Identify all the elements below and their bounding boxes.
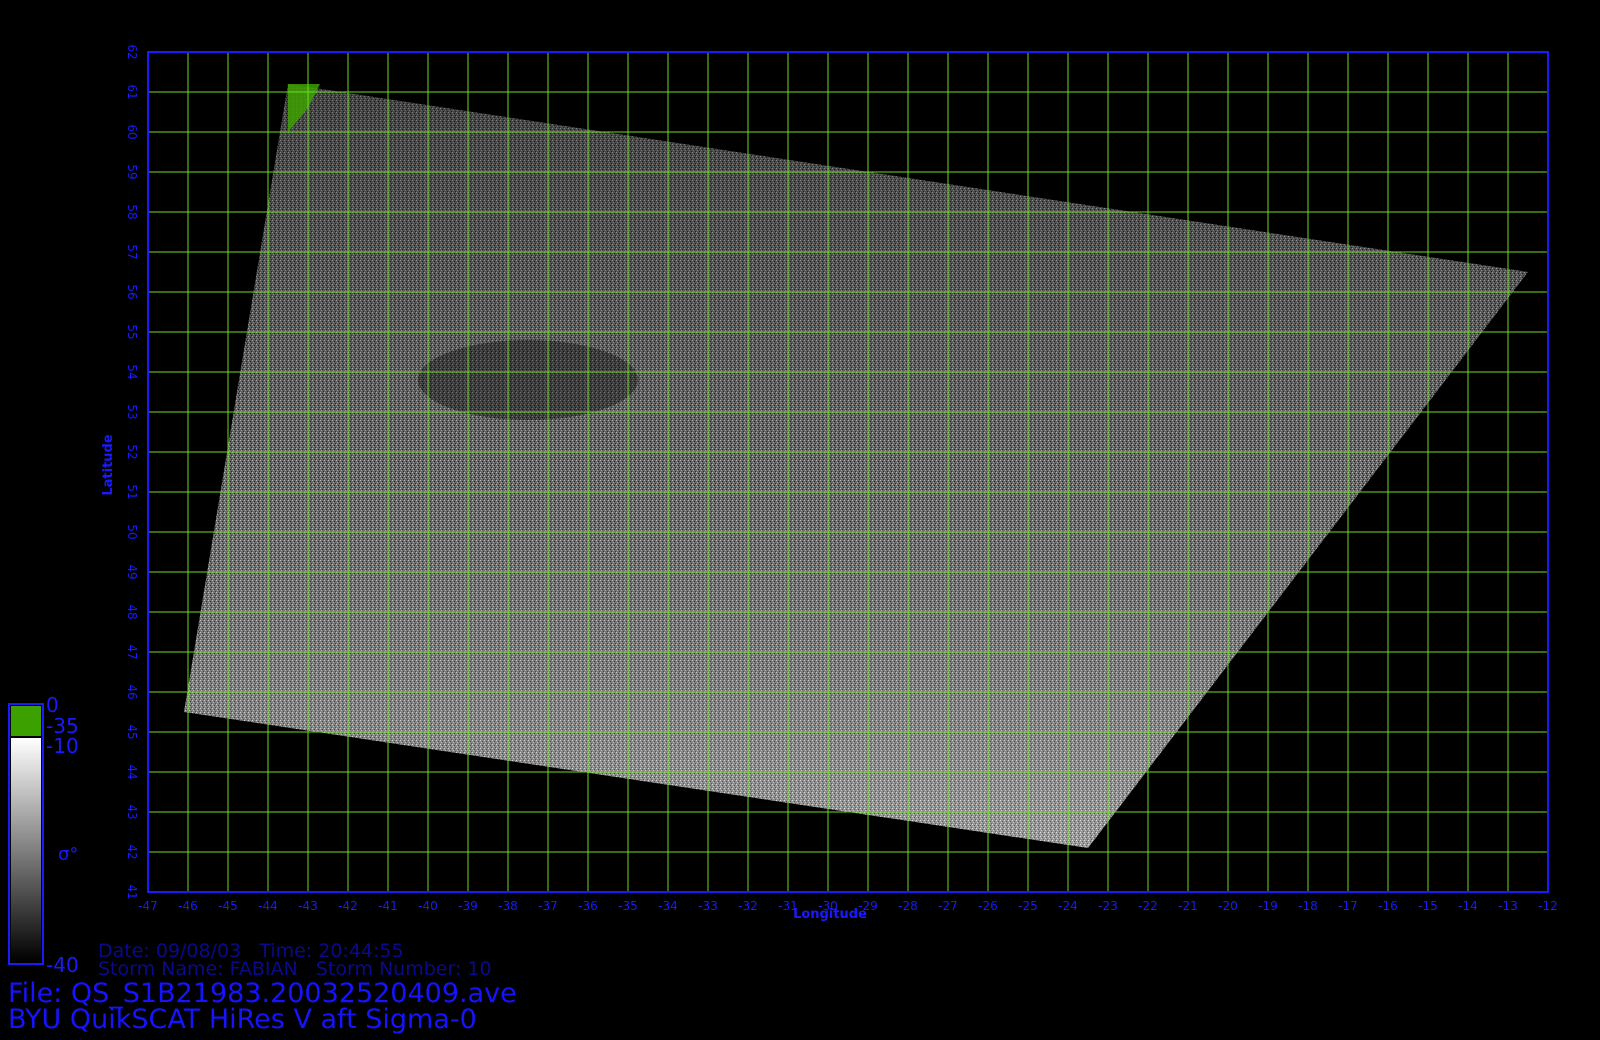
- longitude-tick-label: -37: [538, 899, 558, 913]
- latitude-tick-label: 55: [125, 324, 139, 339]
- longitude-tick-label: -12: [1538, 899, 1558, 913]
- longitude-tick-label: -21: [1178, 899, 1198, 913]
- latitude-tick-label: 53: [125, 404, 139, 419]
- longitude-tick-label: -33: [698, 899, 718, 913]
- latitude-tick-label: 59: [125, 164, 139, 179]
- colorbar-land-swatch: [11, 706, 41, 736]
- longitude-tick-label: -36: [578, 899, 598, 913]
- colorbar-label-max: -10: [46, 734, 79, 758]
- longitude-tick-label: -44: [258, 899, 278, 913]
- longitude-tick-label: -43: [298, 899, 318, 913]
- latitude-tick-label: 46: [125, 684, 139, 699]
- longitude-tick-label: -20: [1218, 899, 1238, 913]
- latitude-tick-label: 41: [125, 884, 139, 899]
- latitude-tick-label: 45: [125, 724, 139, 739]
- colorbar: 0 -35 -10 σ° -40: [8, 693, 79, 977]
- longitude-tick-label: -32: [738, 899, 758, 913]
- latitude-tick-label: 51: [125, 484, 139, 499]
- latitude-tick-label: 43: [125, 804, 139, 819]
- longitude-tick-label: -27: [938, 899, 958, 913]
- longitude-tick-label: -42: [338, 899, 358, 913]
- longitude-tick-label: -46: [178, 899, 198, 913]
- longitude-tick-label: -26: [978, 899, 998, 913]
- longitude-tick-label: -40: [418, 899, 438, 913]
- longitude-tick-label: -18: [1298, 899, 1318, 913]
- latitude-tick-label: 49: [125, 564, 139, 579]
- latitude-tick-label: 44: [125, 764, 139, 779]
- latitude-tick-label: 54: [125, 364, 139, 379]
- latitude-tick-labels: 41 42 43 44 45 46 47 48 49 50 51 52 53 54 55 56 57 58 59 60…: [125, 44, 139, 899]
- longitude-tick-label: -25: [1018, 899, 1038, 913]
- y-axis-label: Latitude: [101, 434, 116, 496]
- swath-shading: [184, 84, 1528, 848]
- latitude-tick-label: 57: [125, 244, 139, 259]
- longitude-tick-label: -24: [1058, 899, 1078, 913]
- longitude-tick-label: -23: [1098, 899, 1118, 913]
- latitude-tick-label: 56: [125, 284, 139, 299]
- longitude-tick-label: -22: [1138, 899, 1158, 913]
- longitude-tick-label: -13: [1498, 899, 1518, 913]
- longitude-tick-label: -38: [498, 899, 518, 913]
- storm-info: Storm Name: FABIAN Storm Number: 10: [98, 958, 492, 980]
- longitude-tick-label: -41: [378, 899, 398, 913]
- colorbar-symbol: σ°: [58, 844, 78, 865]
- latitude-tick-label: 52: [125, 444, 139, 459]
- longitude-tick-label: -19: [1258, 899, 1278, 913]
- longitude-tick-label: -14: [1458, 899, 1478, 913]
- map-plot: -47 -46 -45 -44 -43 -42 -41 -40 -39 -38 -37 -36 -35 -…: [8, 44, 1558, 977]
- longitude-tick-label: -28: [898, 899, 918, 913]
- latitude-tick-label: 42: [125, 844, 139, 859]
- latitude-tick-label: 58: [125, 204, 139, 219]
- longitude-tick-label: -47: [138, 899, 158, 913]
- longitude-tick-label: -35: [618, 899, 638, 913]
- longitude-tick-label: -34: [658, 899, 678, 913]
- longitude-tick-label: -15: [1418, 899, 1438, 913]
- latitude-tick-label: 50: [125, 524, 139, 539]
- product-title: BYU QuikSCAT HiRes V aft Sigma-0: [8, 1004, 477, 1035]
- x-axis-label: Longitude: [793, 907, 867, 922]
- latitude-tick-label: 62: [125, 44, 139, 59]
- colorbar-gradient: [11, 738, 41, 962]
- latitude-tick-label: 48: [125, 604, 139, 619]
- latitude-tick-label: 47: [125, 644, 139, 659]
- longitude-tick-label: -16: [1378, 899, 1398, 913]
- storm-feature: [418, 340, 638, 420]
- longitude-tick-label: -17: [1338, 899, 1358, 913]
- colorbar-label-min: -40: [46, 953, 79, 977]
- longitude-tick-label: -45: [218, 899, 238, 913]
- latitude-tick-label: 61: [125, 84, 139, 99]
- longitude-tick-label: -39: [458, 899, 478, 913]
- radar-swath: [184, 84, 1528, 848]
- latitude-tick-label: 60: [125, 124, 139, 139]
